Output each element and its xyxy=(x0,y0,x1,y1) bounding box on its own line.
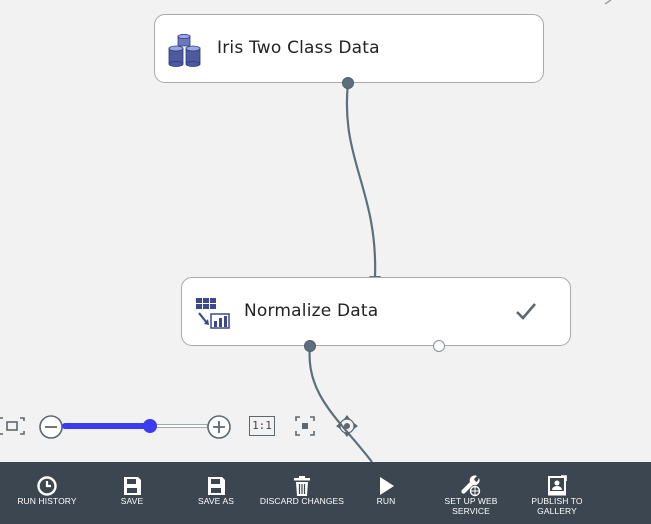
save-as-label: SAVE AS xyxy=(198,496,234,506)
set-up-web-service-button[interactable]: SET UP WEB SERVICE xyxy=(438,462,504,524)
output-port-normalize-2[interactable] xyxy=(433,340,445,352)
trash-icon xyxy=(291,475,313,497)
run-history-label: RUN HISTORY xyxy=(17,496,77,506)
actual-size-button[interactable]: 1:1 xyxy=(249,416,275,436)
connection-normalize-output xyxy=(308,345,373,462)
command-bar: RUN HISTORY SAVE SAVE AS DISCARD CHANGES… xyxy=(0,462,651,524)
play-icon xyxy=(375,475,397,497)
discard-changes-button[interactable]: DISCARD CHANGES xyxy=(256,462,348,524)
module-iris-two-class-data[interactable]: Iris Two Class Data xyxy=(154,14,544,83)
run-history-button[interactable]: RUN HISTORY xyxy=(14,462,80,524)
publish-gallery-icon xyxy=(546,475,568,497)
minimap-icon[interactable] xyxy=(294,415,316,441)
normalize-data-icon xyxy=(195,296,231,334)
clock-icon xyxy=(36,475,58,497)
module-label: Iris Two Class Data xyxy=(217,38,380,58)
output-port-iris[interactable] xyxy=(342,77,354,89)
connection-iris-to-normalize xyxy=(345,82,377,278)
dataset-icon xyxy=(167,33,203,72)
discard-changes-label: DISCARD CHANGES xyxy=(259,496,345,506)
checkmark-icon xyxy=(514,300,538,326)
zoom-in-icon[interactable] xyxy=(206,414,232,444)
save-button[interactable]: SAVE xyxy=(104,462,160,524)
fit-to-screen-icon[interactable] xyxy=(0,416,26,440)
zoom-out-icon[interactable] xyxy=(38,414,64,444)
output-port-normalize-1[interactable] xyxy=(304,340,316,352)
module-label: Normalize Data xyxy=(244,301,379,321)
pan-icon[interactable] xyxy=(335,414,359,442)
zoom-slider-handle[interactable] xyxy=(142,419,157,433)
set-up-web-service-label: SET UP WEB SERVICE xyxy=(444,496,498,516)
save-label: SAVE xyxy=(120,496,144,506)
publish-to-gallery-button[interactable]: PUBLISH TO GALLERY xyxy=(524,462,590,524)
corner-arrow-icon xyxy=(604,0,612,5)
save-as-icon xyxy=(205,475,227,497)
run-button[interactable]: RUN xyxy=(362,462,410,524)
zoom-controls: 1:1 xyxy=(0,410,651,442)
run-label: RUN xyxy=(376,496,396,506)
zoom-slider-fill xyxy=(62,423,150,429)
experiment-canvas[interactable]: Iris Two Class Data Normalize Data 1:1 xyxy=(0,0,651,462)
wrench-globe-icon xyxy=(460,475,482,497)
save-as-button[interactable]: SAVE AS xyxy=(188,462,244,524)
module-normalize-data[interactable]: Normalize Data xyxy=(181,277,571,346)
publish-to-gallery-label: PUBLISH TO GALLERY xyxy=(531,496,583,516)
save-icon xyxy=(121,475,143,497)
